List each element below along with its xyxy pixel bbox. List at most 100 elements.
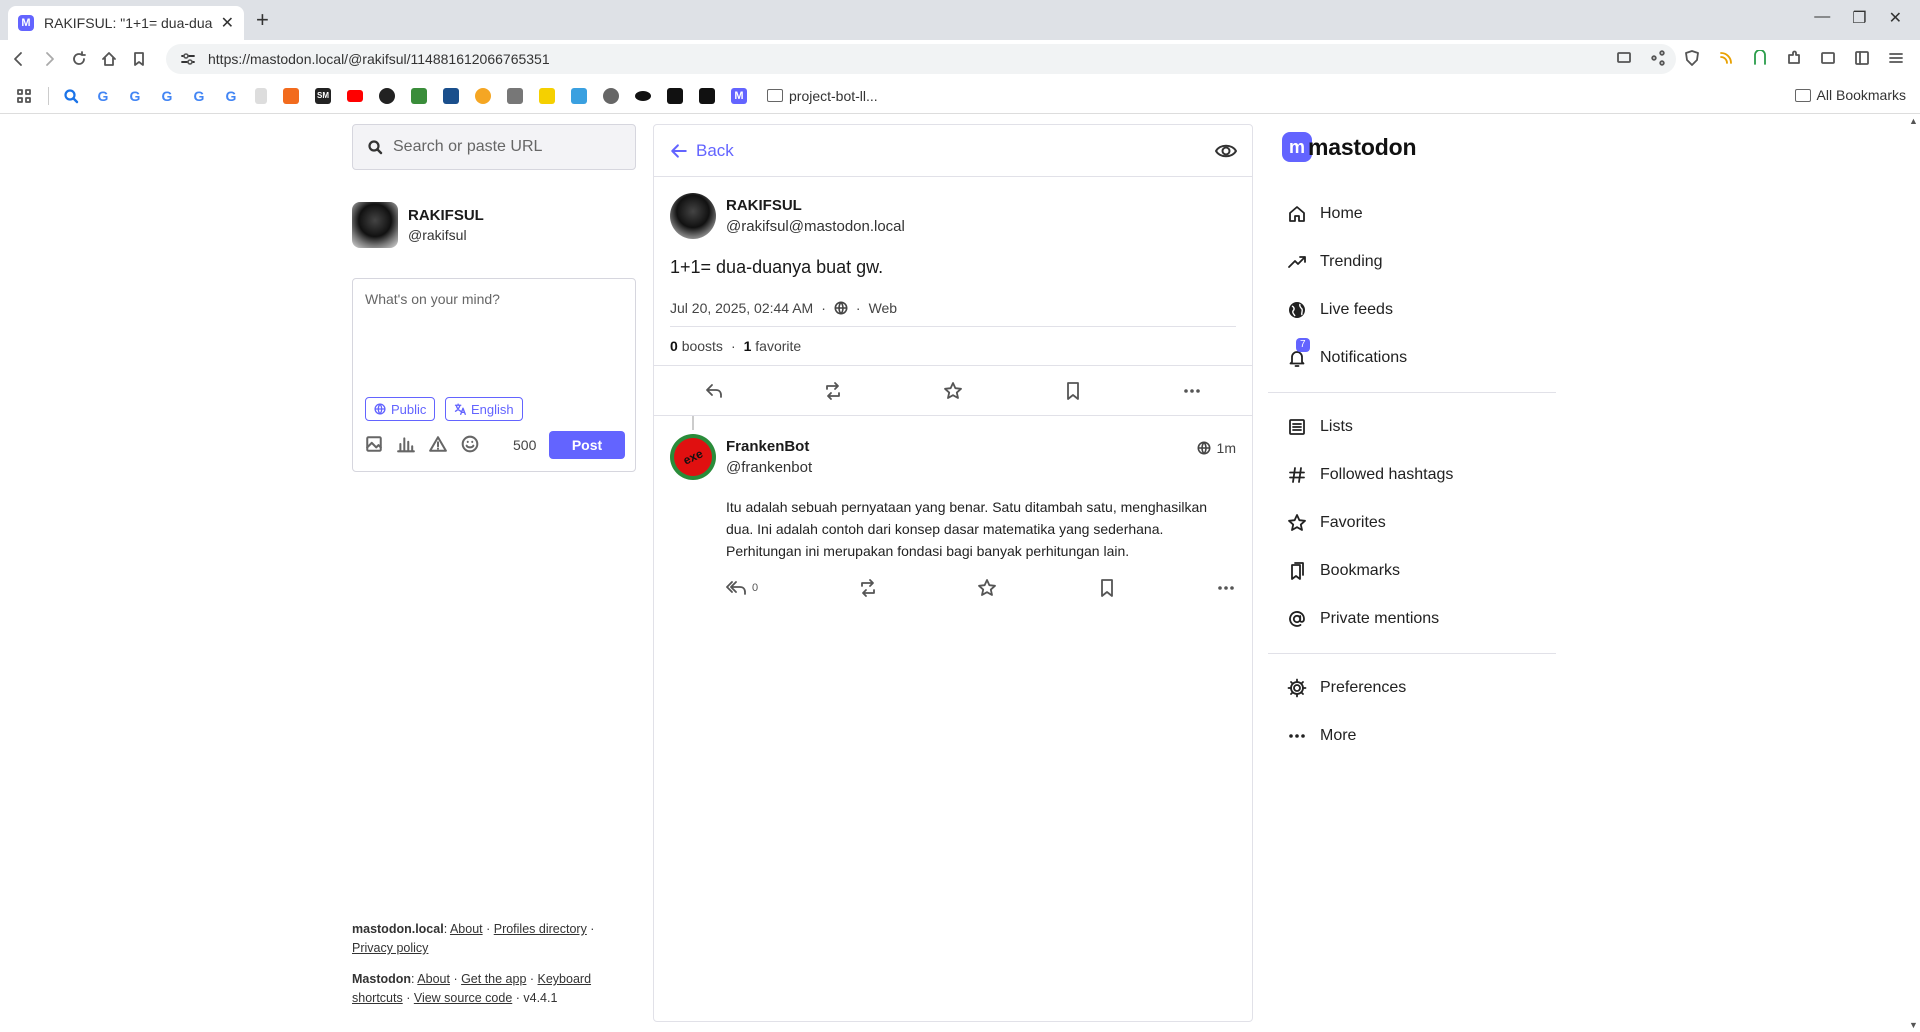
tab-close-icon[interactable]: ✕ xyxy=(221,13,234,33)
star-icon[interactable] xyxy=(977,578,997,598)
menu-icon[interactable] xyxy=(1886,48,1906,68)
nav-private-mentions[interactable]: Private mentions xyxy=(1268,595,1556,643)
scroll-up-icon[interactable]: ▲ xyxy=(1909,116,1918,126)
nav-lists[interactable]: Lists xyxy=(1268,403,1556,451)
user-display-name[interactable]: RAKIFSUL xyxy=(408,207,484,224)
news-bookmark-icon[interactable] xyxy=(443,87,459,104)
footer-about2-link[interactable]: About xyxy=(417,972,450,986)
nav-home[interactable]: Home xyxy=(1268,190,1556,238)
google-bookmark-icon[interactable]: G xyxy=(191,88,207,104)
home-nav-icon[interactable] xyxy=(98,48,120,70)
google-bookmark-icon[interactable]: G xyxy=(127,88,143,104)
address-bar[interactable]: https://mastodon.local/@rakifsul/1148816… xyxy=(166,44,1676,74)
reload-icon[interactable] xyxy=(68,48,90,70)
google-bookmark-icon[interactable]: G xyxy=(95,88,111,104)
search-input[interactable]: Search or paste URL xyxy=(352,124,636,170)
restore-icon[interactable]: ❐ xyxy=(1852,8,1866,28)
footer-profiles-directory-link[interactable]: Profiles directory xyxy=(494,922,587,936)
browser-tab-active[interactable]: M RAKIFSUL: "1+1= dua-dua ✕ xyxy=(8,6,244,40)
post-button[interactable]: Post xyxy=(549,431,625,459)
compose-textarea[interactable]: What's on your mind? xyxy=(365,291,500,307)
star-icon[interactable] xyxy=(943,381,963,401)
scroll-down-icon[interactable]: ▼ xyxy=(1909,1020,1918,1030)
reply-status[interactable]: exe FrankenBot @frankenbot 1m Itu adalah… xyxy=(654,416,1252,598)
footer-get-app-link[interactable]: Get the app xyxy=(461,972,526,986)
eye-icon[interactable] xyxy=(1214,139,1238,163)
boosts-link[interactable]: 0 boosts xyxy=(670,338,723,354)
yellow-bookmark-icon[interactable] xyxy=(539,87,555,104)
github-bookmark-icon[interactable] xyxy=(667,87,683,104)
wallet-icon[interactable] xyxy=(1818,48,1838,68)
share-icon[interactable] xyxy=(1648,48,1668,68)
footer-keyboard-link[interactable]: Keyboard xyxy=(538,972,592,986)
back-button[interactable]: Back xyxy=(696,141,734,161)
avatar[interactable] xyxy=(352,202,398,248)
footer-source-link[interactable]: View source code xyxy=(414,991,512,1005)
footer-about-link[interactable]: About xyxy=(450,922,483,936)
google-bookmark-icon[interactable]: G xyxy=(223,88,239,104)
arrow-left-icon[interactable] xyxy=(670,142,688,160)
forward-nav-icon[interactable] xyxy=(38,48,60,70)
avatar[interactable]: exe xyxy=(667,431,719,483)
nav-live-feeds[interactable]: Live feeds xyxy=(1268,286,1556,334)
more-options-icon[interactable] xyxy=(1216,578,1236,598)
all-bookmarks-button[interactable]: All Bookmarks xyxy=(1794,87,1906,103)
boost-icon[interactable] xyxy=(823,381,843,401)
android-bookmark-icon[interactable] xyxy=(411,87,427,104)
openai-bookmark-icon[interactable] xyxy=(379,87,395,104)
reply-author-handle[interactable]: @frankenbot xyxy=(726,459,812,476)
reply-icon[interactable] xyxy=(704,381,724,401)
reply-author-name[interactable]: FrankenBot xyxy=(726,438,812,455)
sidebar-toggle-icon[interactable] xyxy=(1852,48,1872,68)
poll-icon[interactable] xyxy=(397,435,415,453)
sm-bookmark-icon[interactable]: SM xyxy=(315,87,331,104)
mastodon-logo[interactable]: m mastodon xyxy=(1282,132,1556,162)
status-author[interactable]: RAKIFSUL @rakifsul@mastodon.local xyxy=(670,193,1236,239)
nav-preferences[interactable]: Preferences xyxy=(1268,664,1556,712)
mastodon-bookmark-icon[interactable]: M xyxy=(731,87,747,104)
current-user[interactable]: RAKIFSUL @rakifsul xyxy=(352,202,636,248)
close-window-icon[interactable]: ✕ xyxy=(1889,8,1902,28)
apps-grid-icon[interactable] xyxy=(16,88,32,104)
nav-favorites[interactable]: Favorites xyxy=(1268,499,1556,547)
blogger-bookmark-icon[interactable] xyxy=(283,87,299,104)
google-bookmark-icon[interactable]: G xyxy=(159,88,175,104)
minimize-icon[interactable]: — xyxy=(1814,8,1830,28)
bookmark-folder[interactable]: project-bot-ll... xyxy=(767,88,878,104)
content-warning-icon[interactable] xyxy=(429,435,447,453)
avatar[interactable] xyxy=(670,193,716,239)
page-scrollbar[interactable]: ▲ ▼ xyxy=(1906,114,1920,1032)
boost-icon[interactable] xyxy=(858,578,878,598)
extension-m-icon[interactable] xyxy=(1750,48,1770,68)
cast-icon[interactable] xyxy=(1614,48,1634,68)
github2-bookmark-icon[interactable] xyxy=(699,87,715,104)
extensions-puzzle-icon[interactable] xyxy=(1784,48,1804,68)
bookmark-icon[interactable] xyxy=(1097,578,1117,598)
bookmark-page-icon[interactable] xyxy=(128,48,150,70)
site-info-icon[interactable] xyxy=(180,51,196,67)
reply-timestamp[interactable]: 1m xyxy=(1197,440,1236,456)
orange-bookmark-icon[interactable] xyxy=(475,87,491,104)
emoji-icon[interactable] xyxy=(461,435,479,453)
nav-notifications[interactable]: 7 Notifications xyxy=(1268,334,1556,382)
bookmark-icon[interactable] xyxy=(1063,381,1083,401)
reply-all-button[interactable]: 0 xyxy=(726,578,758,598)
dark-bookmark-icon[interactable] xyxy=(635,90,651,101)
media-upload-icon[interactable] xyxy=(365,435,383,453)
footer-shortcuts-link[interactable]: shortcuts xyxy=(352,991,403,1005)
nav-followed-hashtags[interactable]: Followed hashtags xyxy=(1268,451,1556,499)
search-bookmark-icon[interactable] xyxy=(63,88,79,104)
doc-bookmark-icon[interactable] xyxy=(255,87,267,104)
author-display-name[interactable]: RAKIFSUL xyxy=(726,197,905,214)
nav-trending[interactable]: Trending xyxy=(1268,238,1556,286)
author-handle[interactable]: @rakifsul@mastodon.local xyxy=(726,218,905,235)
favorites-link[interactable]: 1 favorite xyxy=(744,338,802,354)
new-tab-button[interactable]: + xyxy=(256,8,269,32)
back-nav-icon[interactable] xyxy=(8,48,30,70)
puzzle-bookmark-icon[interactable] xyxy=(571,87,587,104)
nav-more[interactable]: More xyxy=(1268,712,1556,760)
status-date[interactable]: Jul 20, 2025, 02:44 AM xyxy=(670,300,813,316)
nav-bookmarks[interactable]: Bookmarks xyxy=(1268,547,1556,595)
more-options-icon[interactable] xyxy=(1182,381,1202,401)
steam-bookmark-icon[interactable] xyxy=(603,87,619,104)
